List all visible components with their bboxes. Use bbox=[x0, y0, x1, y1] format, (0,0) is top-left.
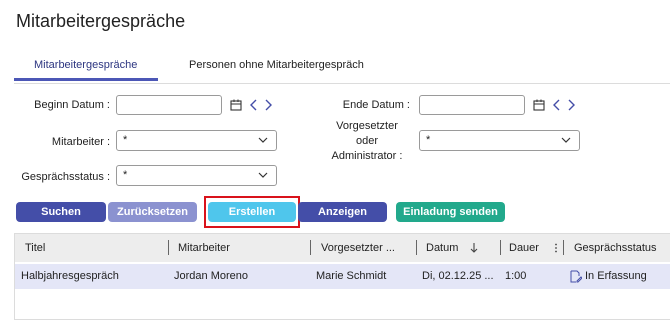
supervisor-select[interactable]: * bbox=[419, 130, 580, 151]
reset-button[interactable]: Zurücksetzen bbox=[108, 202, 197, 222]
table-header: Titel Mitarbeiter Vorgesetzter ... Datum… bbox=[15, 234, 670, 262]
cell-date: Di, 02.12.25 ... bbox=[422, 270, 494, 282]
show-button[interactable]: Anzeigen bbox=[298, 202, 387, 222]
chevron-down-icon bbox=[258, 137, 268, 143]
column-header-supervisor[interactable]: Vorgesetzter ... bbox=[321, 242, 395, 254]
calendar-icon[interactable] bbox=[533, 99, 545, 111]
column-divider[interactable] bbox=[500, 240, 501, 255]
previous-date-icon[interactable] bbox=[551, 99, 563, 111]
employee-select[interactable]: * bbox=[116, 130, 277, 151]
table-row[interactable]: Halbjahresgespräch Jordan Moreno Marie S… bbox=[15, 264, 670, 289]
supervisor-label-line1: Vorgesetzter bbox=[336, 120, 398, 132]
results-table: Titel Mitarbeiter Vorgesetzter ... Datum… bbox=[14, 233, 670, 320]
begin-date-label: Beginn Datum : bbox=[34, 99, 110, 111]
create-button-highlight bbox=[204, 196, 300, 228]
cell-status: In Erfassung bbox=[585, 270, 647, 282]
end-date-label: Ende Datum : bbox=[342, 99, 410, 111]
status-select-value: * bbox=[123, 169, 128, 181]
next-date-icon[interactable] bbox=[565, 99, 577, 111]
column-header-title[interactable]: Titel bbox=[25, 242, 45, 254]
previous-date-icon[interactable] bbox=[248, 99, 260, 111]
employee-select-value: * bbox=[123, 134, 128, 146]
column-divider[interactable] bbox=[416, 240, 417, 255]
tab-personen-ohne-gespraech[interactable]: Personen ohne Mitarbeitergespräch bbox=[189, 59, 364, 71]
calendar-icon[interactable] bbox=[230, 99, 242, 111]
cell-employee: Jordan Moreno bbox=[174, 270, 248, 282]
next-date-icon[interactable] bbox=[262, 99, 274, 111]
sort-descending-icon[interactable] bbox=[470, 243, 478, 253]
end-date-field[interactable] bbox=[419, 95, 525, 115]
send-invitation-button[interactable]: Einladung senden bbox=[396, 202, 505, 222]
chevron-down-icon bbox=[258, 172, 268, 178]
cell-supervisor: Marie Schmidt bbox=[316, 270, 387, 282]
column-header-status[interactable]: Gesprächsstatus bbox=[574, 242, 657, 254]
column-divider[interactable] bbox=[310, 240, 311, 255]
column-menu-icon[interactable] bbox=[554, 243, 558, 253]
employee-label: Mitarbeiter : bbox=[51, 136, 110, 148]
status-select[interactable]: * bbox=[116, 165, 277, 186]
supervisor-label-line3: Administrator : bbox=[331, 150, 403, 162]
search-button[interactable]: Suchen bbox=[16, 202, 106, 222]
edit-document-icon bbox=[570, 270, 582, 283]
supervisor-label-line2: oder bbox=[355, 135, 379, 147]
supervisor-select-value: * bbox=[426, 134, 431, 146]
tab-bar: Mitarbeitergespräche Personen ohne Mitar… bbox=[14, 56, 670, 84]
column-header-duration[interactable]: Dauer bbox=[509, 242, 539, 254]
chevron-down-icon bbox=[561, 137, 571, 143]
cell-title: Halbjahresgespräch bbox=[21, 270, 119, 282]
tab-mitarbeitergespraeche[interactable]: Mitarbeitergespräche bbox=[34, 59, 137, 71]
page-title: Mitarbeitergespräche bbox=[16, 11, 186, 31]
status-label: Gesprächsstatus : bbox=[21, 171, 110, 183]
column-divider[interactable] bbox=[563, 240, 564, 255]
active-tab-indicator bbox=[14, 78, 158, 81]
column-divider[interactable] bbox=[168, 240, 169, 255]
column-header-date[interactable]: Datum bbox=[426, 242, 458, 254]
begin-date-field[interactable] bbox=[116, 95, 222, 115]
column-header-employee[interactable]: Mitarbeiter bbox=[178, 242, 230, 254]
cell-duration: 1:00 bbox=[505, 270, 527, 282]
